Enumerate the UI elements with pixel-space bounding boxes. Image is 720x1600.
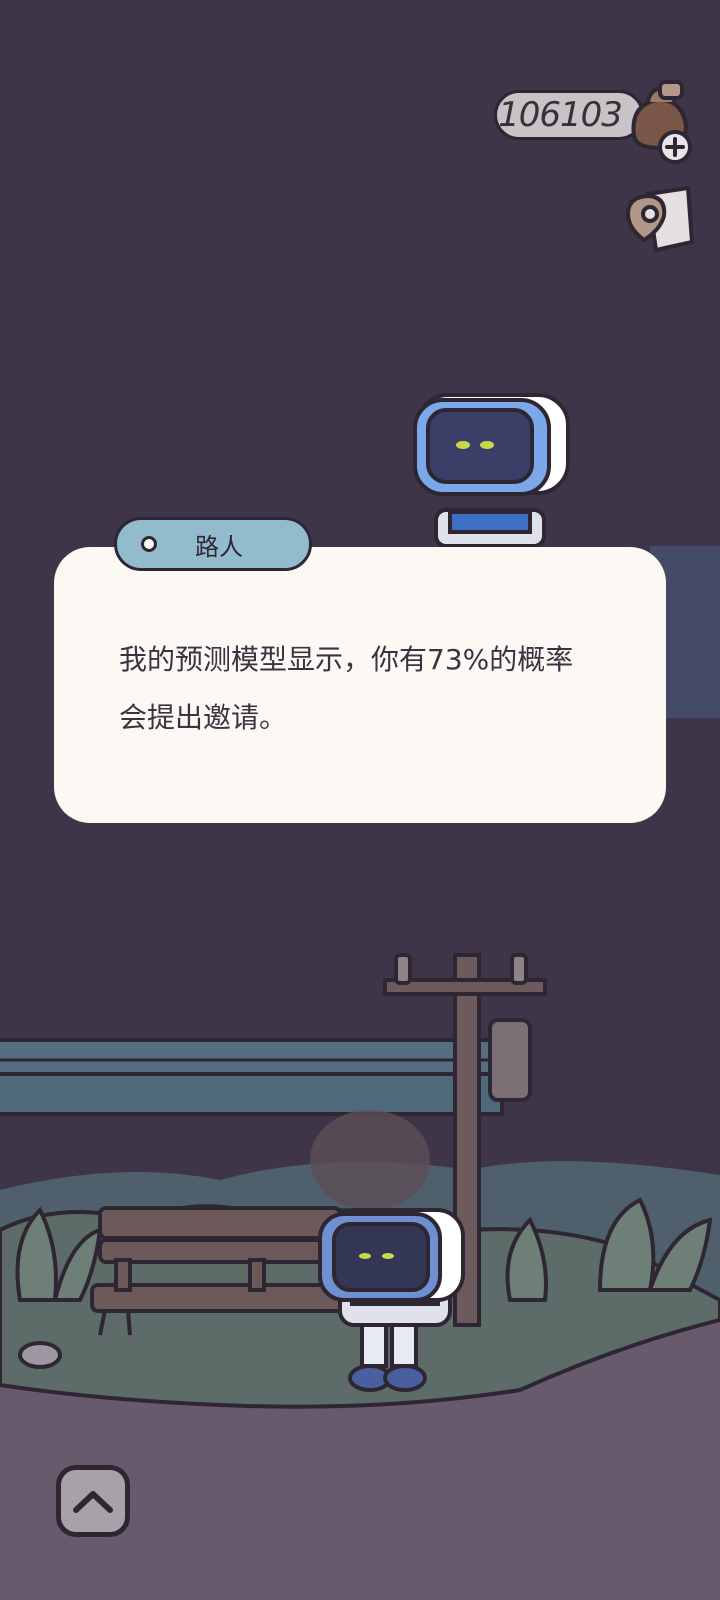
lamp-glow — [310, 1110, 430, 1210]
dialog-box[interactable]: 我的预测模型显示，你有73%的概率会提出邀请。 — [54, 547, 666, 823]
game-scene: 106103 我的预测模型显示，你有73%的概率会提出邀请。 路人 — [0, 0, 720, 1600]
map-pin-icon[interactable] — [622, 184, 702, 258]
robot-upper — [413, 393, 570, 548]
plus-icon[interactable] — [656, 128, 694, 166]
currency-amount: 106103 — [498, 95, 623, 135]
speaker-name: 路人 — [195, 532, 243, 561]
speaker-dot-icon — [141, 536, 157, 552]
shelter-roof — [0, 1038, 504, 1076]
shelter-roof-front — [0, 1072, 504, 1116]
speaker-tag: 路人 — [114, 517, 312, 571]
chevron-up-icon — [73, 1491, 113, 1513]
rock — [18, 1341, 62, 1369]
expand-menu-button[interactable] — [56, 1465, 130, 1537]
transformer — [488, 1018, 532, 1102]
dialog-text: 我的预测模型显示，你有73%的概率会提出邀请。 — [119, 643, 574, 734]
